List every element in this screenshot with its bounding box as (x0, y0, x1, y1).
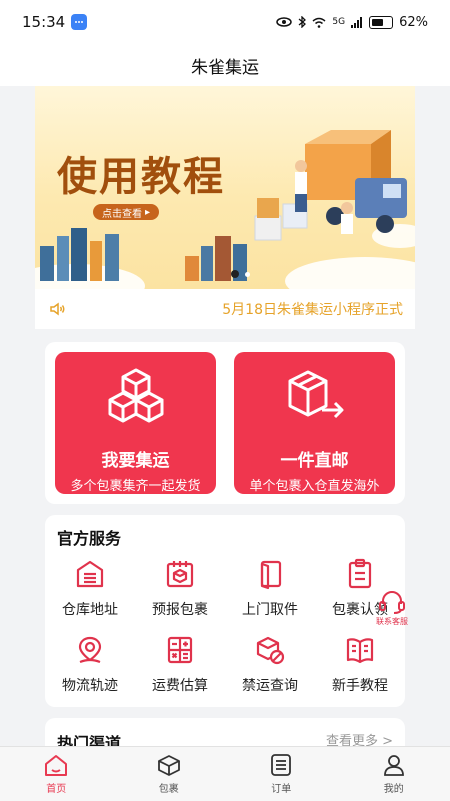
calculator-icon (164, 634, 196, 666)
bluetooth-icon (298, 16, 306, 28)
consolidate-shipping-button[interactable]: 我要集运 多个包裹集齐一起发货 (55, 352, 216, 494)
tab-profile[interactable]: 我的 (338, 747, 450, 801)
consolidate-subtitle: 多个包裹集齐一起发货 (55, 475, 216, 494)
home-icon (44, 754, 68, 776)
message-app-icon (71, 14, 87, 30)
service-label: 新手教程 (315, 675, 405, 695)
forbidden-box-icon (254, 634, 286, 666)
service-warehouse-address[interactable]: 仓库地址 (45, 557, 135, 619)
official-services-card: 官方服务 仓库地址 预报包裹 上门取件 (45, 515, 405, 707)
bottom-tab-bar: 首页 包裹 订单 我的 (0, 746, 450, 801)
speaker-icon (49, 300, 67, 318)
direct-mail-title: 一件直邮 (234, 446, 395, 471)
service-forecast-package[interactable]: 预报包裹 (135, 557, 225, 619)
service-label: 物流轨迹 (45, 675, 135, 695)
direct-mail-subtitle: 单个包裹入仓直发海外 (234, 475, 395, 494)
service-label: 禁运查询 (225, 675, 315, 695)
tab-orders[interactable]: 订单 (225, 747, 338, 801)
calendar-box-icon (164, 558, 196, 590)
notice-bar[interactable]: 5月18日朱雀集运小程序正式 (35, 289, 415, 329)
nav-bar: 朱雀集运 (0, 44, 450, 86)
support-label: 联系客服 (372, 616, 412, 627)
service-label: 预报包裹 (135, 599, 225, 619)
service-label: 上门取件 (225, 599, 315, 619)
notice-text: 5月18日朱雀集运小程序正式 (222, 299, 403, 319)
carousel-indicator-active (231, 270, 239, 278)
tab-label: 包裹 (159, 780, 179, 795)
tab-label: 我的 (384, 780, 404, 795)
battery-icon (369, 16, 393, 29)
service-freight-estimate[interactable]: 运费估算 (135, 633, 225, 695)
shipping-options-card: 我要集运 多个包裹集齐一起发货 一件直邮 单个包裹入仓直发海外 (45, 342, 405, 504)
direct-mail-button[interactable]: 一件直邮 单个包裹入仓直发海外 (234, 352, 395, 494)
banner-view-label: 点击查看 (102, 205, 142, 220)
network-label: 5G (332, 17, 345, 27)
chevron-right-icon: ▸ (145, 207, 150, 218)
location-pin-icon (74, 634, 106, 666)
status-time: 15:34 (22, 13, 65, 31)
tab-label: 订单 (271, 780, 291, 795)
service-embargo-query[interactable]: 禁运查询 (225, 633, 315, 695)
service-label: 运费估算 (135, 675, 225, 695)
order-icon (270, 753, 292, 777)
warehouse-icon (74, 558, 106, 590)
service-logistics-tracking[interactable]: 物流轨迹 (45, 633, 135, 695)
wifi-icon (312, 17, 326, 28)
book-icon (344, 634, 376, 666)
carousel-indicator (245, 272, 250, 277)
service-pickup[interactable]: 上门取件 (225, 557, 315, 619)
banner-carousel[interactable]: 使用教程 点击查看 ▸ (35, 86, 415, 289)
customer-support-button[interactable]: 联系客服 (372, 590, 412, 627)
services-title: 官方服务 (57, 525, 121, 549)
eye-icon (276, 17, 292, 27)
clipboard-icon (344, 558, 376, 590)
signal-icon (351, 17, 363, 28)
package-icon (157, 754, 181, 776)
battery-level: 62% (399, 15, 428, 30)
tab-home[interactable]: 首页 (0, 747, 113, 801)
consolidate-title: 我要集运 (55, 446, 216, 471)
tab-label: 首页 (46, 780, 66, 795)
boxes-icon (105, 366, 167, 428)
box-arrow-icon (282, 366, 348, 428)
service-label: 仓库地址 (45, 599, 135, 619)
banner-view-button[interactable]: 点击查看 ▸ (93, 204, 159, 220)
service-beginner-tutorial[interactable]: 新手教程 (315, 633, 405, 695)
user-icon (383, 753, 405, 777)
tab-packages[interactable]: 包裹 (113, 747, 226, 801)
banner-title: 使用教程 (57, 144, 225, 202)
headset-icon (378, 590, 406, 614)
door-icon (254, 558, 286, 590)
status-bar: 15:34 5G 62% (0, 0, 450, 44)
page-title: 朱雀集运 (191, 53, 259, 78)
